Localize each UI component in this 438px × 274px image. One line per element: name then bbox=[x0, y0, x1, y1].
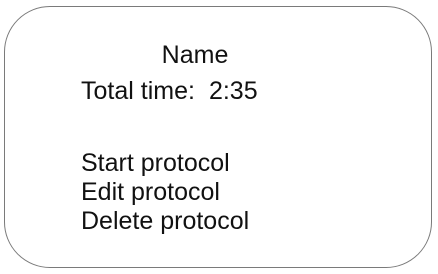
edit-protocol-item[interactable]: Edit protocol bbox=[81, 178, 249, 207]
total-time-label: Total time: bbox=[81, 77, 195, 105]
protocol-name: Name bbox=[161, 41, 229, 69]
protocol-screen: Name Total time: 2:35 Start protocol Edit… bbox=[4, 6, 432, 268]
total-time-value: 2:35 bbox=[208, 77, 258, 105]
total-time-row: Total time: 2:35 bbox=[81, 77, 258, 106]
delete-protocol-item[interactable]: Delete protocol bbox=[81, 207, 249, 236]
protocol-menu: Start protocol Edit protocol Delete prot… bbox=[81, 149, 249, 236]
start-protocol-item[interactable]: Start protocol bbox=[81, 149, 249, 178]
